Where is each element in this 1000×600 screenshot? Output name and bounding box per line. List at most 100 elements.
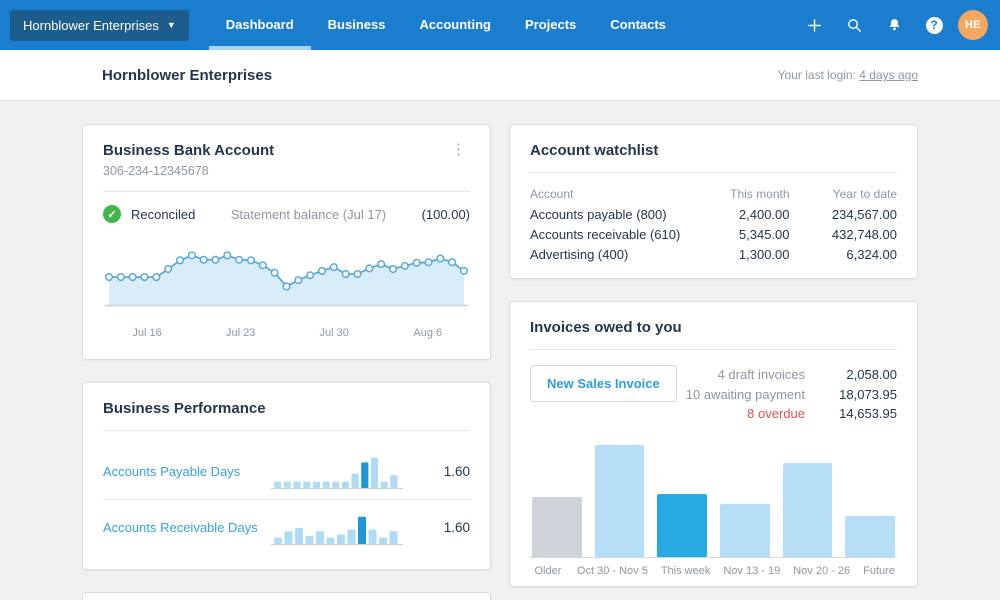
column-header-year-to-date: Year to date [832, 187, 897, 201]
invoice-bar-label: Future [863, 564, 895, 577]
receivable-days-value: 1.60 [443, 520, 470, 535]
left-column: Business Bank Account 306-234-12345678 ⋮… [82, 124, 491, 600]
add-button[interactable] [794, 0, 834, 50]
account-cell: Advertising (400) [530, 246, 629, 262]
table-row[interactable]: Accounts receivable (610) 5,345.00 432,7… [530, 224, 897, 244]
check-icon: ✓ [103, 205, 121, 223]
notifications-button[interactable] [874, 0, 914, 50]
statement-balance-label: Statement balance (Jul 17) [230, 206, 387, 222]
tab-contacts[interactable]: Contacts [593, 0, 683, 50]
data-point-marker[interactable] [306, 271, 315, 280]
payable-days-value: 1.60 [443, 464, 470, 479]
this-month-cell: 2,400.00 [738, 206, 790, 222]
data-point-marker[interactable] [436, 254, 445, 263]
data-point-marker[interactable] [341, 269, 350, 279]
next-card-partial [82, 592, 491, 600]
last-login: Your last login: 4 days ago [778, 68, 918, 82]
data-point-marker[interactable] [448, 258, 457, 267]
watchlist-table: Account This month Year to date Accounts… [530, 186, 897, 264]
sparkline-svg [104, 251, 469, 307]
bank-account-card: Business Bank Account 306-234-12345678 ⋮… [82, 124, 491, 360]
plus-icon [807, 18, 821, 32]
invoice-bar-label: Oct 30 - Nov 5 [576, 564, 648, 577]
org-selector[interactable]: Hornblower Enterprises ▼ [10, 9, 189, 41]
accounts-payable-days-link[interactable]: Accounts Payable Days [103, 464, 271, 479]
draft-invoices-amount: 2,058.00 [846, 367, 897, 382]
data-point-marker[interactable] [164, 264, 173, 274]
data-point-marker[interactable] [317, 266, 327, 275]
invoice-summary-section: New Sales Invoice 4 draft invoices 2,058… [530, 365, 897, 424]
nav-actions: ? HE [794, 0, 1000, 50]
reconciled-label: Reconciled [131, 206, 196, 222]
tab-accounting[interactable]: Accounting [402, 0, 508, 50]
help-button[interactable]: ? [914, 0, 954, 50]
draft-invoices-label: 4 draft invoices [717, 367, 805, 382]
data-point-marker[interactable] [412, 258, 421, 267]
data-point-marker[interactable] [459, 266, 469, 275]
data-point-marker[interactable] [424, 258, 433, 267]
data-point-marker[interactable] [353, 269, 362, 279]
data-point-marker[interactable] [388, 264, 398, 274]
table-row[interactable]: Accounts payable (800) 2,400.00 234,567.… [530, 204, 897, 224]
invoice-bar[interactable] [845, 515, 896, 557]
data-point-marker[interactable] [365, 264, 374, 273]
invoice-bar[interactable] [532, 496, 582, 557]
data-point-marker[interactable] [258, 261, 267, 270]
divider [103, 430, 470, 431]
invoice-bar[interactable] [657, 493, 708, 557]
bank-account-title: Business Bank Account [103, 142, 275, 159]
new-sales-invoice-button[interactable]: New Sales Invoice [530, 365, 677, 402]
overdue-label: 8 overdue [747, 406, 805, 421]
data-point-marker[interactable] [246, 256, 256, 265]
overdue-line[interactable]: 8 overdue 14,653.95 [686, 404, 897, 424]
data-point-marker[interactable] [270, 268, 279, 277]
invoice-bar[interactable] [720, 503, 770, 557]
tab-projects[interactable]: Projects [508, 0, 593, 50]
last-login-link[interactable]: 4 days ago [859, 68, 918, 82]
mini-bar [283, 481, 291, 488]
data-point-marker[interactable] [235, 255, 244, 264]
business-performance-card: Business Performance Accounts Payable Da… [82, 382, 491, 570]
data-point-marker[interactable] [377, 260, 386, 269]
awaiting-payment-line[interactable]: 10 awaiting payment 18,073.95 [686, 385, 897, 405]
data-point-marker[interactable] [152, 273, 161, 282]
data-point-marker[interactable] [128, 273, 137, 282]
tab-business[interactable]: Business [311, 0, 403, 50]
search-button[interactable] [834, 0, 874, 50]
data-point-marker[interactable] [104, 273, 114, 282]
data-point-marker[interactable] [223, 251, 232, 260]
receivable-days-mini-chart [271, 510, 428, 546]
chevron-down-icon: ▼ [166, 20, 176, 30]
bank-account-number: 306-234-12345678 [103, 164, 209, 178]
data-point-marker[interactable] [140, 273, 149, 282]
data-point-marker[interactable] [199, 255, 208, 264]
kebab-menu-icon[interactable]: ⋮ [447, 142, 470, 158]
data-point-marker[interactable] [329, 263, 338, 272]
data-point-marker[interactable] [294, 276, 303, 285]
statement-balance-value: (100.00) [421, 206, 470, 222]
bell-icon [889, 18, 899, 30]
nav-tabs: Dashboard Business Accounting Projects C… [208, 0, 683, 50]
mini-bar [337, 533, 345, 544]
org-selector-label: Hornblower Enterprises [23, 17, 159, 33]
data-point-marker[interactable] [116, 273, 125, 282]
awaiting-payment-amount: 18,073.95 [839, 386, 897, 402]
mini-bar [390, 474, 398, 488]
data-point-marker[interactable] [400, 261, 409, 270]
data-point-marker[interactable] [187, 251, 196, 260]
avatar[interactable]: HE [958, 10, 988, 40]
draft-invoices-line[interactable]: 4 draft invoices 2,058.00 [686, 365, 897, 385]
invoice-bar[interactable] [782, 462, 833, 557]
business-performance-title: Business Performance [103, 400, 266, 417]
accounts-receivable-days-link[interactable]: Accounts Receivable Days [103, 520, 271, 535]
invoice-bar-label: This week [660, 564, 711, 577]
receivable-days-svg [271, 516, 403, 545]
tab-dashboard[interactable]: Dashboard [208, 0, 311, 50]
x-axis-tick-label: Jul 16 [132, 327, 162, 339]
mini-bar [274, 481, 282, 488]
data-point-marker[interactable] [282, 282, 291, 291]
invoice-bar[interactable] [594, 444, 645, 557]
table-row[interactable]: Advertising (400) 1,300.00 6,324.00 [530, 244, 897, 264]
data-point-marker[interactable] [175, 256, 185, 265]
data-point-marker[interactable] [211, 255, 220, 264]
